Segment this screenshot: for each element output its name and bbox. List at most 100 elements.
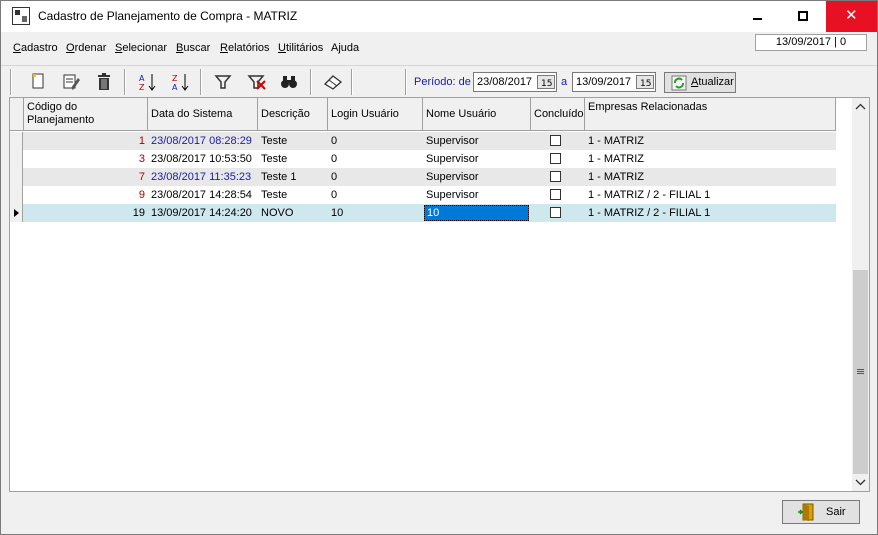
toolbar-separator — [10, 69, 12, 95]
cell-empresas[interactable]: 1 - MATRIZ / 2 - FILIAL 1 — [585, 204, 836, 222]
cell-concluido[interactable] — [531, 132, 585, 150]
edit-document-icon — [63, 74, 80, 90]
sort-ascending-button[interactable]: AZ — [136, 70, 160, 94]
bottom-bar: Sair — [1, 492, 877, 534]
header-data-sistema[interactable]: Data do Sistema — [148, 98, 258, 131]
sair-button[interactable]: Sair — [782, 500, 860, 524]
date-to-calendar-button[interactable]: 15 — [636, 75, 654, 89]
row-indicator[interactable] — [10, 186, 23, 204]
table-row[interactable]: 19 13/09/2017 14:24:20 NOVO 10 10 1 - MATRIZ … — [10, 204, 836, 222]
menu-relatorios[interactable]: Relatórios — [220, 42, 270, 54]
cell-login[interactable]: 0 — [328, 186, 423, 204]
cell-codigo[interactable]: 9 — [24, 186, 148, 204]
date-to-field[interactable]: 13/09/2017 15 — [572, 72, 656, 92]
cell-data[interactable]: 23/08/2017 10:53:50 — [148, 150, 258, 168]
cell-codigo[interactable]: 3 — [24, 150, 148, 168]
cell-data[interactable]: 23/08/2017 14:28:54 — [148, 186, 258, 204]
row-indicator[interactable] — [10, 204, 23, 222]
cell-login[interactable]: 0 — [328, 150, 423, 168]
filter-button[interactable] — [211, 70, 235, 94]
cell-descricao[interactable]: Teste 1 — [258, 168, 328, 186]
row-indicator[interactable] — [10, 150, 23, 168]
cell-concluido[interactable] — [531, 186, 585, 204]
search-button[interactable] — [277, 70, 301, 94]
date-from-value: 23/08/2017 — [477, 76, 533, 88]
cell-nome[interactable]: Supervisor — [423, 168, 531, 186]
concluido-checkbox[interactable] — [550, 135, 561, 146]
header-descricao[interactable]: Descrição — [258, 98, 328, 131]
header-empresas[interactable]: Empresas Relacionadas — [585, 98, 836, 131]
edit-record-button[interactable] — [59, 70, 83, 94]
scroll-thumb[interactable] — [853, 270, 868, 474]
scroll-up-button[interactable] — [852, 98, 869, 115]
toolbar-separator — [351, 69, 353, 95]
row-indicator[interactable] — [10, 132, 23, 150]
header-codigo[interactable]: Código do Planejamento — [24, 98, 148, 131]
header-login[interactable]: Login Usuário — [328, 98, 423, 131]
close-button[interactable]: ✕ — [826, 1, 877, 32]
concluido-checkbox[interactable] — [550, 153, 561, 164]
row-indicator[interactable] — [10, 168, 23, 186]
cell-descricao[interactable]: Teste — [258, 132, 328, 150]
cell-empresas[interactable]: 1 - MATRIZ — [585, 132, 836, 150]
selected-cell-editor[interactable]: 10 — [424, 205, 529, 221]
title-bar[interactable]: Cadastro de Planejamento de Compra - MAT… — [1, 1, 877, 32]
menu-selecionar[interactable]: Selecionar — [115, 42, 167, 54]
date-from-calendar-button[interactable]: 15 — [537, 75, 555, 89]
sort-descending-button[interactable]: ZA — [169, 70, 193, 94]
cell-data[interactable]: 13/09/2017 14:24:20 — [148, 204, 258, 222]
clear-filter-button[interactable] — [244, 70, 268, 94]
cell-nome[interactable]: Supervisor — [423, 186, 531, 204]
atualizar-button[interactable]: Atualizar — [664, 72, 736, 93]
vertical-scrollbar[interactable] — [852, 98, 869, 491]
header-concluido[interactable]: Concluído — [531, 98, 585, 131]
cell-nome[interactable]: Supervisor — [423, 132, 531, 150]
cell-descricao[interactable]: Teste — [258, 186, 328, 204]
date-to-label: a — [561, 76, 568, 88]
cell-concluido[interactable] — [531, 168, 585, 186]
cell-empresas[interactable]: 1 - MATRIZ — [585, 150, 836, 168]
cell-nome[interactable]: 10 — [423, 204, 531, 222]
maximize-button[interactable] — [780, 1, 826, 32]
svg-text:15: 15 — [541, 79, 552, 88]
data-grid[interactable]: Código do Planejamento Data do Sistema D… — [9, 97, 870, 492]
cell-empresas[interactable]: 1 - MATRIZ — [585, 168, 836, 186]
header-nome[interactable]: Nome Usuário — [423, 98, 531, 131]
cell-codigo[interactable]: 7 — [24, 168, 148, 186]
cell-data[interactable]: 23/08/2017 11:35:23 — [148, 168, 258, 186]
menu-cadastro[interactable]: Cadastro — [13, 42, 58, 54]
cell-nome[interactable]: Supervisor — [423, 150, 531, 168]
concluido-checkbox[interactable] — [550, 207, 561, 218]
concluido-checkbox[interactable] — [550, 189, 561, 200]
cell-concluido[interactable] — [531, 204, 585, 222]
menu-ajuda[interactable]: Ajuda — [331, 42, 359, 54]
delete-record-button[interactable] — [92, 70, 116, 94]
window-title: Cadastro de Planejamento de Compra - MAT… — [38, 9, 298, 23]
cell-empresas[interactable]: 1 - MATRIZ / 2 - FILIAL 1 — [585, 186, 836, 204]
cell-descricao[interactable]: NOVO — [258, 204, 328, 222]
cell-login[interactable]: 10 — [328, 204, 423, 222]
cell-descricao[interactable]: Teste — [258, 150, 328, 168]
clear-button[interactable] — [321, 70, 345, 94]
eraser-icon — [323, 75, 343, 90]
menu-ordenar[interactable]: Ordenar — [66, 42, 106, 54]
table-row[interactable]: 7 23/08/2017 11:35:23 Teste 1 0 Supervisor 1 … — [10, 168, 836, 186]
svg-text:15: 15 — [640, 79, 651, 88]
scroll-down-button[interactable] — [852, 474, 869, 491]
concluido-checkbox[interactable] — [550, 171, 561, 182]
date-from-field[interactable]: 23/08/2017 15 — [473, 72, 557, 92]
new-record-button[interactable] — [26, 70, 50, 94]
cell-codigo[interactable]: 1 — [24, 132, 148, 150]
cell-concluido[interactable] — [531, 150, 585, 168]
table-row[interactable]: 1 23/08/2017 08:28:29 Teste 0 Supervisor 1 - … — [10, 132, 836, 150]
cell-login[interactable]: 0 — [328, 132, 423, 150]
cell-data[interactable]: 23/08/2017 08:28:29 — [148, 132, 258, 150]
cell-login[interactable]: 0 — [328, 168, 423, 186]
menu-utilitarios[interactable]: Utilitários — [278, 42, 323, 54]
app-icon[interactable] — [12, 7, 30, 25]
menu-buscar[interactable]: Buscar — [176, 42, 210, 54]
table-row[interactable]: 3 23/08/2017 10:53:50 Teste 0 Supervisor 1 - … — [10, 150, 836, 168]
cell-codigo[interactable]: 19 — [24, 204, 148, 222]
table-row[interactable]: 9 23/08/2017 14:28:54 Teste 0 Supervisor 1 - … — [10, 186, 836, 204]
minimize-button[interactable] — [734, 1, 780, 32]
